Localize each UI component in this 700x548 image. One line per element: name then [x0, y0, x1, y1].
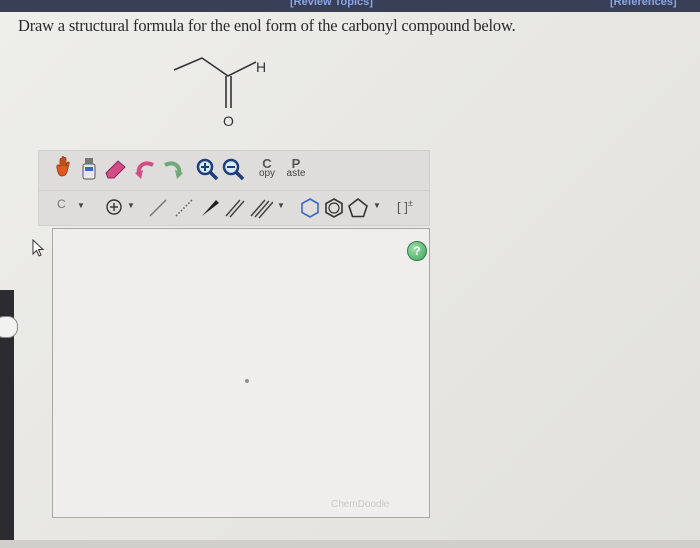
- help-button[interactable]: ?: [407, 241, 427, 261]
- question-text: Draw a structural formula for the enol f…: [18, 16, 516, 35]
- paste-label-bottom: aste: [286, 168, 306, 179]
- review-topics-link[interactable]: [Review Topics]: [290, 0, 373, 8]
- bond-dropdown-icon[interactable]: ▼: [277, 201, 285, 210]
- benzene-icon[interactable]: [323, 197, 345, 219]
- top-bar: [Review Topics] [References]: [0, 0, 700, 12]
- oxygen-label: O: [223, 113, 234, 129]
- bracket-charge-icon[interactable]: [ ]±: [397, 198, 413, 214]
- cyclohexane-icon[interactable]: [299, 197, 321, 219]
- zoom-out-icon[interactable]: [221, 157, 245, 181]
- wedge-bond-icon[interactable]: [199, 197, 221, 219]
- carbonyl-structure: H O: [173, 57, 266, 129]
- element-selector[interactable]: C: [57, 197, 66, 211]
- zoom-in-icon[interactable]: [195, 157, 219, 181]
- eraser-icon[interactable]: [103, 157, 129, 179]
- dashed-bond-icon[interactable]: [173, 197, 195, 219]
- hydrogen-label: H: [256, 59, 266, 75]
- hand-icon[interactable]: [51, 155, 75, 179]
- cyclopentane-icon[interactable]: [347, 197, 369, 219]
- carbon-chain: [173, 57, 257, 77]
- double-bond-icon[interactable]: [223, 197, 245, 219]
- redo-icon[interactable]: [159, 157, 185, 179]
- window-bottom-edge: [0, 540, 700, 548]
- cursor-arrow-icon: [32, 239, 45, 257]
- undo-icon[interactable]: [133, 157, 159, 179]
- triple-bond-icon[interactable]: [249, 197, 273, 219]
- canvas-dot: [245, 379, 249, 383]
- copy-label-bottom: opy: [258, 168, 276, 179]
- drawing-canvas[interactable]: ? ChemDoodle: [32, 228, 430, 518]
- paste-button[interactable]: P aste: [283, 157, 309, 179]
- ring-dropdown-icon[interactable]: ▼: [373, 201, 381, 210]
- toolbar-top: C opy P aste: [38, 150, 430, 191]
- collapse-tab[interactable]: [0, 316, 18, 338]
- screen: [Review Topics] [References] Draw a stru…: [0, 0, 700, 548]
- charge-plus-icon[interactable]: [105, 198, 123, 216]
- charge-dropdown-icon[interactable]: ▼: [127, 201, 135, 210]
- toolbar-bottom: C ▼ ▼ ▼ ▼ []±: [38, 190, 430, 226]
- chemdoodle-watermark: ChemDoodle: [331, 499, 390, 510]
- element-dropdown-icon[interactable]: ▼: [77, 201, 85, 210]
- single-bond-icon[interactable]: [147, 197, 169, 219]
- references-link[interactable]: [References]: [610, 0, 677, 8]
- clear-icon[interactable]: [79, 155, 99, 181]
- copy-button[interactable]: C opy: [255, 157, 279, 179]
